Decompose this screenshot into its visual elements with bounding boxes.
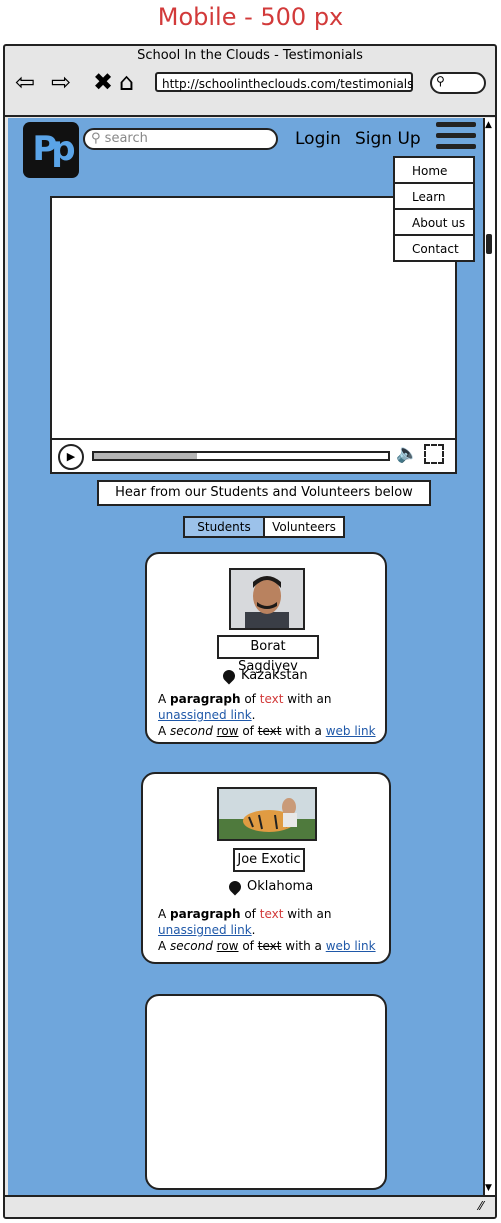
forward-icon[interactable]: ⇨ [51, 68, 71, 96]
web-link[interactable]: web link [326, 939, 376, 953]
close-icon[interactable]: ✖ [93, 68, 113, 96]
signup-link[interactable]: Sign Up [355, 127, 421, 151]
vertical-scrollbar[interactable]: ▲ ▼ [483, 118, 495, 1197]
unassigned-link[interactable]: unassigned link [158, 923, 252, 937]
menu-item-learn[interactable]: Learn [395, 184, 473, 210]
resize-grip-icon[interactable]: ⁄⁄ [479, 1199, 483, 1213]
testimonials-banner: Hear from our Students and Volunteers be… [97, 480, 431, 506]
back-icon[interactable]: ⇦ [15, 68, 35, 96]
testimonial-tabs: Students Volunteers [183, 516, 345, 538]
tab-students[interactable]: Students [185, 518, 265, 536]
video-progress-bar[interactable] [92, 451, 390, 461]
unassigned-link[interactable]: unassigned link [158, 708, 252, 722]
site-search-input[interactable]: ⚲ search [83, 128, 278, 150]
browser-window: School In the Clouds - Testimonials ⇦ ⇨ … [3, 44, 497, 1219]
volume-icon[interactable]: 🔈 [396, 443, 418, 464]
scroll-thumb[interactable] [486, 234, 492, 254]
menu-item-home[interactable]: Home [395, 158, 473, 184]
person-location: Kazakstan [220, 667, 308, 685]
toolbar-divider [5, 115, 495, 117]
video-controls: ▶ 🔈 [52, 438, 455, 472]
avatar [217, 787, 317, 841]
menu-item-contact[interactable]: Contact [395, 236, 473, 262]
location-pin-icon [226, 878, 244, 895]
scroll-down-icon[interactable]: ▼ [485, 1183, 492, 1193]
person-name: Joe Exotic [233, 848, 305, 872]
testimonial-text: A paragraph of text with an unassigned l… [158, 907, 376, 953]
testimonial-card-empty [145, 994, 387, 1190]
search-icon: ⚲ [436, 74, 445, 88]
page-viewport: Pp ⚲ search Login Sign Up ▶ 🔈 Home Learn… [8, 118, 484, 1197]
site-logo[interactable]: Pp [23, 122, 79, 178]
fullscreen-icon[interactable] [424, 444, 444, 464]
menu-item-about[interactable]: About us [395, 210, 473, 236]
home-icon[interactable]: ⌂ [119, 68, 134, 96]
browser-search-field[interactable]: ⚲ [430, 72, 486, 94]
hamburger-menu-icon[interactable] [436, 122, 476, 150]
tab-volunteers[interactable]: Volunteers [265, 518, 343, 536]
dropdown-menu: Home Learn About us Contact [393, 156, 475, 262]
person-name: Borat Sagdiyev [217, 635, 319, 674]
person-location: Oklahoma [226, 878, 313, 896]
window-title: School In the Clouds - Testimonials [137, 48, 363, 63]
testimonial-card: Joe Exotic Oklahoma A paragraph of text … [141, 772, 391, 964]
url-bar[interactable]: http://schoolintheclouds.com/testimonial… [155, 72, 413, 92]
avatar [229, 568, 305, 630]
search-placeholder: search [104, 131, 148, 146]
testimonial-text: A paragraph of text with an unassigned l… [158, 692, 376, 738]
web-link[interactable]: web link [326, 724, 376, 738]
play-icon[interactable]: ▶ [58, 444, 84, 470]
search-icon: ⚲ [91, 131, 101, 146]
location-pin-icon [220, 667, 238, 684]
testimonial-card: Borat Sagdiyev Kazakstan A paragraph of … [145, 552, 387, 744]
page-heading: Mobile - 500 px [157, 3, 344, 31]
scroll-up-icon[interactable]: ▲ [485, 120, 492, 130]
status-bar: ⁄⁄ [5, 1195, 495, 1217]
login-link[interactable]: Login [295, 127, 341, 151]
